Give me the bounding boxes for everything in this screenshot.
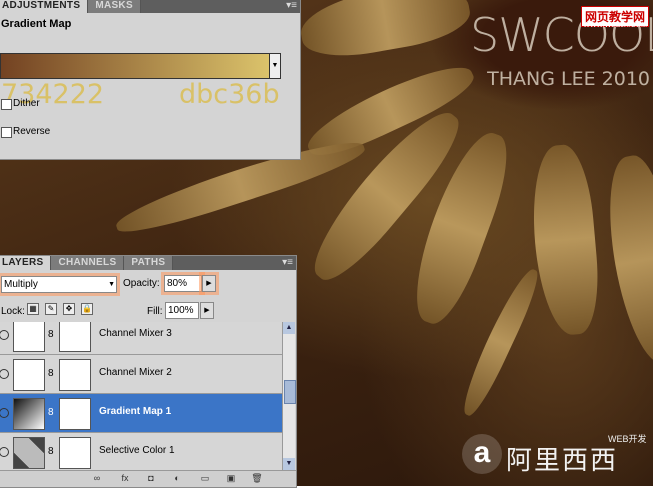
lock-icons: ▦ ✎ ✥ 🔒 — [27, 303, 93, 315]
tab-channels[interactable]: CHANNELS — [51, 256, 125, 270]
tab-paths[interactable]: PATHS — [124, 256, 174, 270]
blend-mode-select[interactable]: Multiply ▼ — [1, 276, 117, 293]
eye-icon[interactable] — [0, 369, 9, 379]
layer-list: 8 Channel Mixer 3 8 Channel Mixer 2 8 Gr… — [0, 322, 282, 470]
new-layer-icon[interactable]: ▣ — [225, 473, 237, 484]
layer-row-channel-mixer-2[interactable]: 8 Channel Mixer 2 — [0, 355, 282, 394]
layer-name: Gradient Map 1 — [99, 406, 172, 417]
scroll-up-icon[interactable]: ▲ — [283, 322, 295, 334]
reverse-label: Reverse — [13, 126, 51, 137]
fill-input[interactable]: 100% — [165, 302, 199, 319]
adjustments-panel: ADJUSTMENTS MASKS ▾≡ Gradient Map ▼ 7342… — [0, 0, 301, 160]
layer-name: Channel Mixer 3 — [99, 328, 172, 339]
trash-icon[interactable]: 🗑 — [251, 473, 263, 484]
channel-mixer-icon — [13, 359, 45, 391]
chevron-down-icon: ▼ — [108, 281, 115, 288]
opacity-slider-button[interactable]: ▶ — [202, 275, 216, 292]
gradient-end-color-label: dbc36b — [179, 79, 280, 110]
brand-logo-icon: a — [462, 434, 502, 474]
layers-tabbar: LAYERS CHANNELS PATHS ▾≡ — [0, 256, 296, 270]
adjustments-tabbar: ADJUSTMENTS MASKS ▾≡ — [0, 0, 300, 13]
layer-mask-thumbnail[interactable] — [59, 398, 91, 430]
layers-toolbar: ∞ fx ◘ ◐ ▭ ▣ 🗑 — [0, 470, 296, 487]
gradient-dropdown-arrow[interactable]: ▼ — [269, 53, 281, 79]
lock-label: Lock: — [1, 306, 25, 317]
opacity-input[interactable]: 80% — [164, 275, 202, 292]
channel-mixer-icon — [13, 322, 45, 352]
brand-logo-tag: WEB开发 — [608, 434, 647, 444]
layer-name: Selective Color 1 — [99, 445, 175, 456]
gradient-map-icon — [13, 398, 45, 430]
lock-all-icon[interactable]: 🔒 — [81, 303, 93, 315]
chain-link-icon: 8 — [48, 446, 54, 457]
lock-transparent-icon[interactable]: ▦ — [27, 303, 39, 315]
layer-row-selective-color-1[interactable]: 8 Selective Color 1 — [0, 433, 282, 470]
new-group-icon[interactable]: ▭ — [199, 473, 211, 484]
layer-mask-thumbnail[interactable] — [59, 359, 91, 391]
site-url: WWW.WEBJX.COM — [583, 22, 647, 29]
scroll-down-icon[interactable]: ▼ — [283, 458, 295, 470]
add-mask-icon[interactable]: ◘ — [145, 473, 157, 484]
eye-icon[interactable] — [0, 408, 9, 418]
blend-mode-value: Multiply — [4, 279, 38, 290]
chain-link-icon: 8 — [48, 407, 54, 418]
brand-logo: a 阿里西西 WEB开发 — [462, 432, 652, 482]
brand-logo-text: 阿里西西 — [506, 445, 619, 475]
watermark-subtitle: THANG LEE 2010 — [487, 68, 650, 90]
layer-mask-thumbnail[interactable] — [59, 437, 91, 469]
tab-layers[interactable]: LAYERS — [0, 256, 52, 270]
tab-masks[interactable]: MASKS — [88, 0, 141, 13]
adjustment-title: Gradient Map — [1, 18, 72, 30]
fill-label: Fill: — [147, 306, 163, 317]
dither-checkbox[interactable] — [1, 99, 12, 110]
lock-image-icon[interactable]: ✎ — [45, 303, 57, 315]
layers-panel: LAYERS CHANNELS PATHS ▾≡ Multiply ▼ Opac… — [0, 255, 297, 488]
fill-slider-button[interactable]: ▶ — [200, 302, 214, 319]
layer-row-channel-mixer-3[interactable]: 8 Channel Mixer 3 — [0, 322, 282, 355]
layer-row-gradient-map-1[interactable]: 8 Gradient Map 1 — [0, 394, 282, 433]
lock-position-icon[interactable]: ✥ — [63, 303, 75, 315]
chain-link-icon: 8 — [48, 329, 54, 340]
chain-link-icon: 8 — [48, 368, 54, 379]
dither-label: Dither — [13, 98, 40, 109]
eye-icon[interactable] — [0, 447, 9, 457]
tab-adjustments[interactable]: ADJUSTMENTS — [0, 0, 89, 13]
gradient-preview-bar[interactable] — [0, 53, 270, 79]
link-layers-icon[interactable]: ∞ — [91, 473, 103, 484]
scroll-thumb[interactable] — [284, 380, 296, 404]
reverse-checkbox[interactable] — [1, 127, 12, 138]
layers-scrollbar[interactable]: ▲ ▼ — [282, 322, 296, 470]
panel-menu-icon[interactable]: ▾≡ — [286, 0, 297, 11]
selective-color-icon — [13, 437, 45, 469]
layers-panel-menu-icon[interactable]: ▾≡ — [282, 257, 293, 268]
layer-style-icon[interactable]: fx — [119, 473, 131, 484]
layer-mask-thumbnail[interactable] — [59, 322, 91, 352]
layer-name: Channel Mixer 2 — [99, 367, 172, 378]
eye-icon[interactable] — [0, 330, 9, 340]
opacity-label: Opacity: — [123, 278, 160, 289]
adjustment-layer-icon[interactable]: ◐ — [171, 473, 183, 484]
